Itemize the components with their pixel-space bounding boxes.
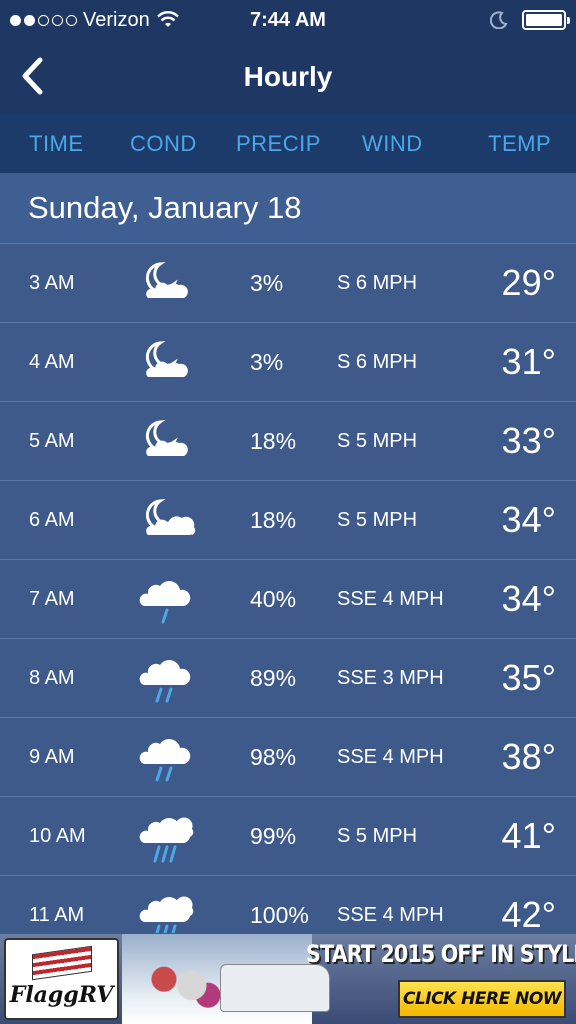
nav-bar: Hourly: [0, 40, 576, 114]
ad-headline: START 2015 OFF IN STYLE!: [306, 940, 576, 968]
temp-value: 34°: [501, 499, 556, 540]
wifi-icon: [156, 11, 179, 27]
night-partly-cloudy-icon: [145, 419, 188, 456]
ad-rv-image: [220, 964, 330, 1012]
back-button[interactable]: [12, 54, 52, 98]
status-left: Verizon: [10, 9, 210, 32]
status-right: [366, 10, 570, 30]
temp-value: 41°: [501, 815, 556, 856]
hourly-row[interactable]: 9 AM 98% SSE 4 MPH 38°: [0, 718, 576, 797]
column-header-temp[interactable]: TEMP: [488, 131, 551, 157]
wind-value: SSE 4 MPH: [337, 587, 444, 610]
ad-logo: FlaggRV: [4, 938, 119, 1020]
wind-value: S 5 MPH: [337, 508, 418, 531]
wind-value: S 5 MPH: [337, 824, 418, 847]
carrier-label: Verizon: [83, 8, 150, 31]
hourly-row[interactable]: 3 AM 3% S 6 MPH 29°: [0, 244, 576, 323]
temp-value: 42°: [501, 894, 556, 933]
column-header-time[interactable]: TIME: [29, 131, 84, 157]
hour-label: 3 AM: [29, 271, 75, 294]
precip-value: 3%: [250, 269, 284, 296]
night-partly-cloudy-icon: [145, 261, 188, 298]
temp-value: 33°: [501, 420, 556, 461]
ad-banner[interactable]: FlaggRV START 2015 OFF IN STYLE! CLICK H…: [0, 934, 576, 1024]
wind-value: S 6 MPH: [337, 271, 418, 294]
hourly-row[interactable]: 6 AM 18% S 5 MPH 34°: [0, 481, 576, 560]
night-partly-cloudy-icon: [145, 340, 188, 377]
hour-label: 10 AM: [29, 824, 86, 847]
hourly-row[interactable]: 8 AM 89% SSE 3 MPH 35°: [0, 639, 576, 718]
temp-value: 31°: [501, 341, 556, 382]
chevron-left-icon: [22, 57, 43, 95]
precip-value: 18%: [250, 427, 297, 454]
hour-label: 7 AM: [29, 587, 75, 610]
wind-value: SSE 4 MPH: [337, 903, 444, 926]
night-mostly-cloudy-icon: [145, 498, 196, 535]
column-header-cond[interactable]: COND: [130, 131, 197, 157]
moon-icon: [490, 11, 508, 29]
flag-icon: [31, 945, 92, 981]
precip-value: 18%: [250, 506, 297, 533]
light-rain-icon: [139, 581, 191, 624]
heavy-rain-icon: [139, 817, 194, 863]
column-header-bar: TIME COND PRECIP WIND TEMP: [0, 114, 576, 173]
temp-value: 35°: [501, 657, 556, 698]
status-bar: Verizon 7:44 AM: [0, 0, 576, 40]
precip-value: 40%: [250, 585, 297, 612]
battery-icon: [522, 10, 570, 30]
column-header-precip[interactable]: PRECIP: [236, 131, 321, 157]
status-time: 7:44 AM: [250, 8, 326, 31]
hourly-row[interactable]: 5 AM 18% S 5 MPH 33°: [0, 402, 576, 481]
precip-value: 3%: [250, 348, 284, 375]
precip-value: 89%: [250, 664, 297, 691]
page-title: Hourly: [243, 61, 333, 92]
day-header: Sunday, January 18: [0, 173, 576, 244]
heavy-rain-icon: [139, 896, 194, 933]
hour-label: 5 AM: [29, 429, 75, 452]
rain-icon: [139, 660, 191, 703]
hour-label: 8 AM: [29, 666, 75, 689]
temp-value: 34°: [501, 578, 556, 619]
hour-label: 6 AM: [29, 508, 75, 531]
temp-value: 38°: [501, 736, 556, 777]
temp-value: 29°: [501, 262, 556, 303]
wind-value: S 5 MPH: [337, 429, 418, 452]
hourly-rows: 3 AM 3% S 6 MPH 29° 4 AM 3% S 6 MPH 31° …: [0, 244, 576, 933]
rain-icon: [139, 739, 191, 782]
signal-dots-icon: [10, 14, 77, 26]
ad-cta-button[interactable]: CLICK HERE NOW: [398, 980, 566, 1018]
wind-value: SSE 3 MPH: [337, 666, 444, 689]
column-header-wind[interactable]: WIND: [362, 131, 423, 157]
ad-logo-text: FlaggRV: [9, 982, 114, 1008]
precip-value: 100%: [250, 901, 309, 928]
hourly-row[interactable]: 10 AM 99% S 5 MPH 41°: [0, 797, 576, 876]
hourly-row[interactable]: 4 AM 3% S 6 MPH 31°: [0, 323, 576, 402]
ad-family-image: [140, 960, 220, 1024]
hourly-row[interactable]: 11 AM 100% SSE 4 MPH 42°: [0, 876, 576, 933]
precip-value: 98%: [250, 743, 297, 770]
wind-value: S 6 MPH: [337, 350, 418, 373]
hour-label: 11 AM: [29, 903, 85, 926]
precip-value: 99%: [250, 822, 297, 849]
hour-label: 9 AM: [29, 745, 75, 768]
wind-value: SSE 4 MPH: [337, 745, 444, 768]
hour-label: 4 AM: [29, 350, 75, 373]
hourly-row[interactable]: 7 AM 40% SSE 4 MPH 34°: [0, 560, 576, 639]
hourly-list[interactable]: Sunday, January 18 3 AM 3% S 6 MPH 29° 4…: [0, 173, 576, 933]
